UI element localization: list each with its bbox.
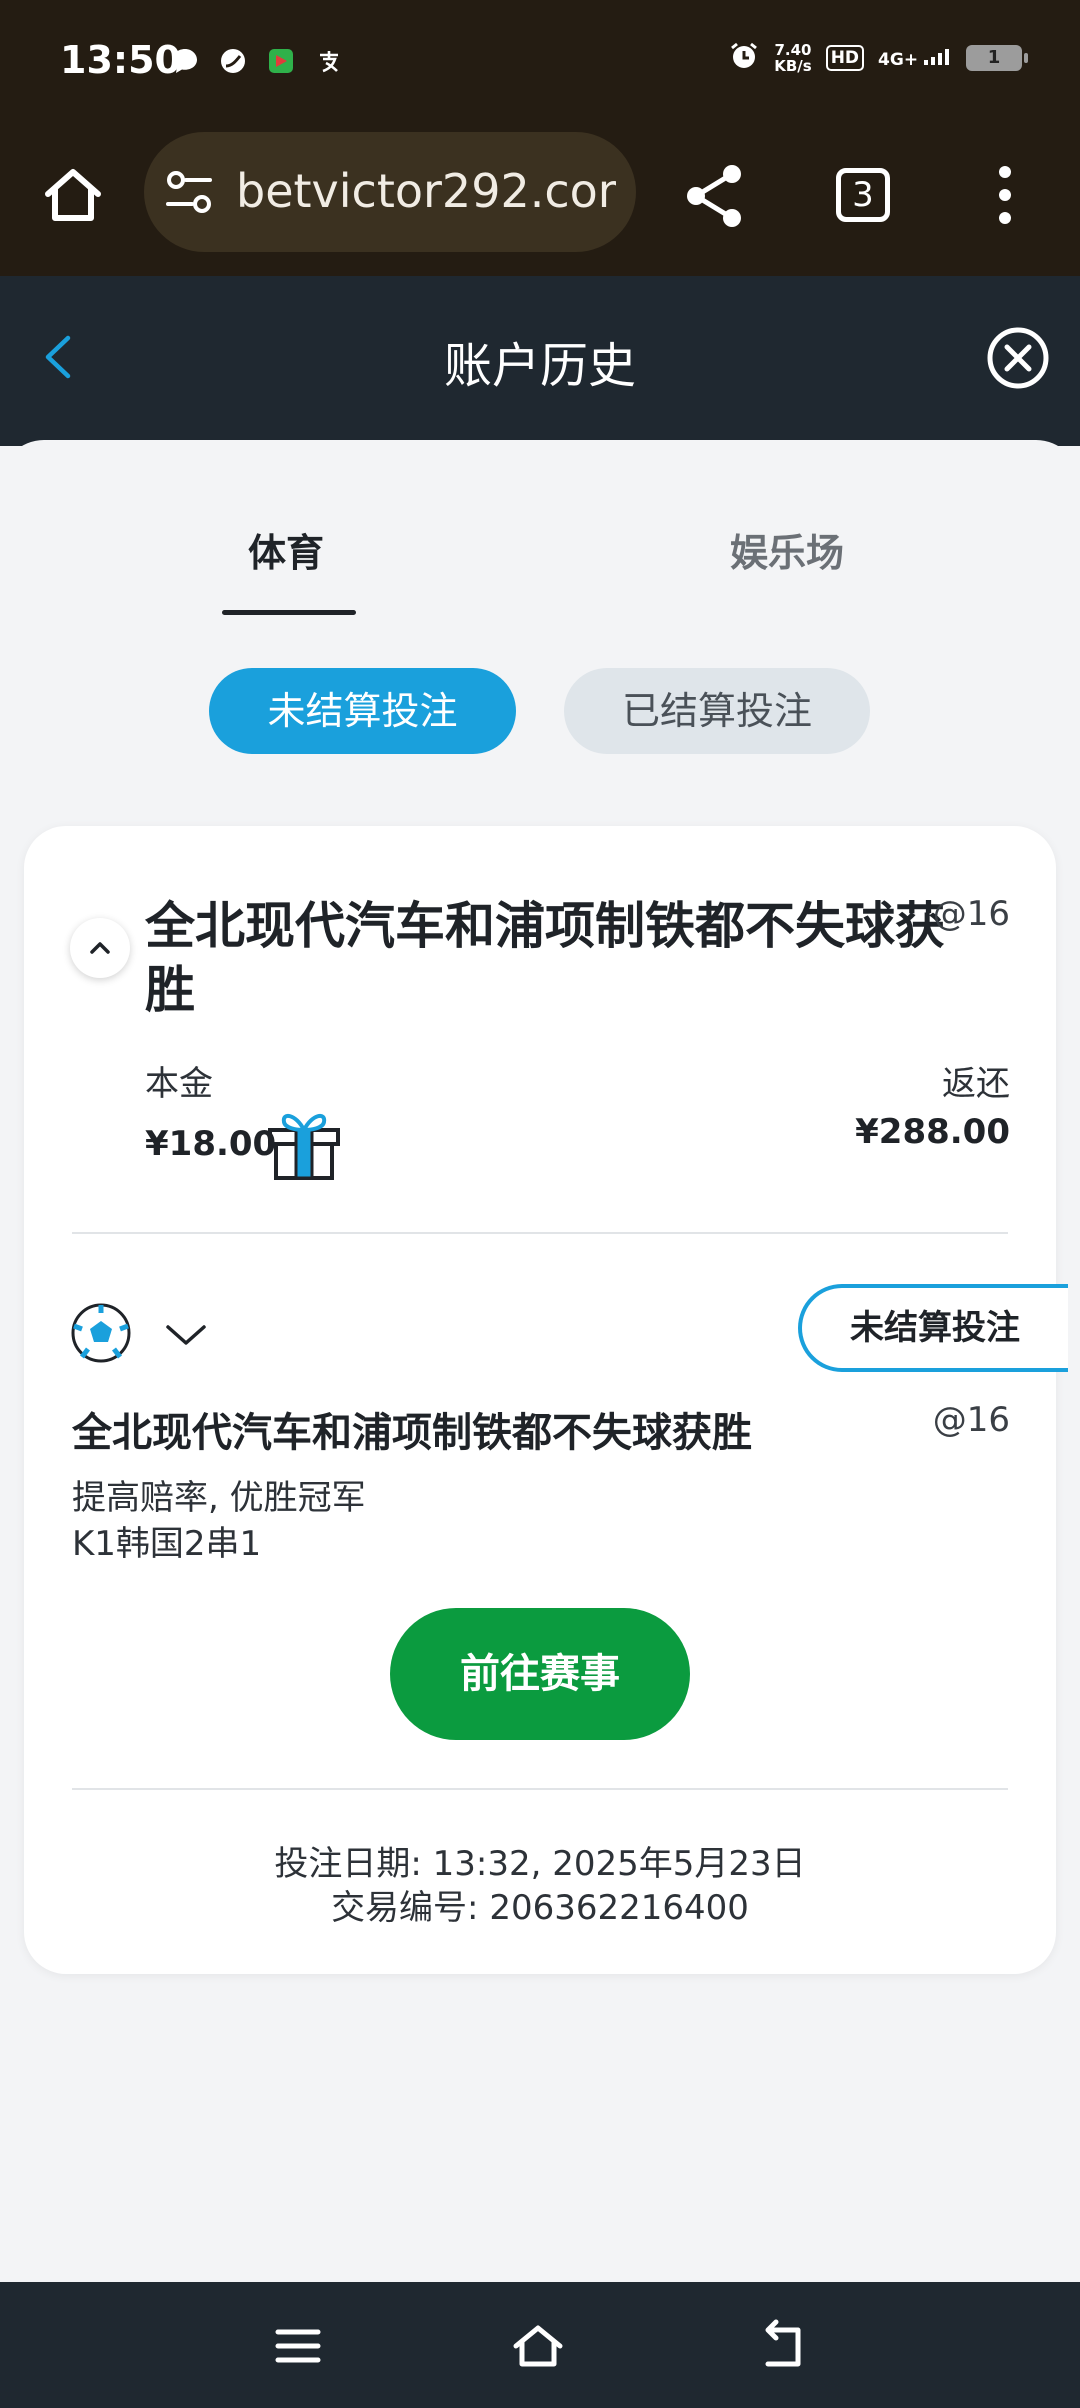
net-speed-value: 7.40 — [774, 41, 812, 59]
selection-title: 全北现代汽车和浦项制铁都不失球获胜 — [72, 1410, 752, 1456]
active-tab-indicator — [222, 610, 356, 615]
alipay-icon — [312, 44, 346, 78]
chevron-down-icon[interactable] — [164, 1320, 208, 1350]
network-label: 4G+ — [878, 49, 919, 70]
bet-card: 全北现代汽车和浦项制铁都不失球获胜 @16 本金 ¥18.00 返还 ¥288.… — [24, 826, 1068, 1974]
alarm-icon — [728, 40, 760, 76]
open-bets-filter[interactable]: 未结算投注 — [209, 668, 516, 754]
browser-chrome: 13:50 7.40 KB/s HD 4G+ 1 betvictor292.co… — [0, 0, 1080, 276]
divider — [72, 1232, 1008, 1234]
notification-icons — [168, 44, 346, 78]
site-settings-icon[interactable] — [164, 170, 214, 216]
net-speed-unit: KB/s — [774, 57, 812, 75]
hd-badge: HD — [825, 45, 865, 71]
home-icon[interactable] — [38, 160, 108, 230]
page-header: 账户历史 — [0, 276, 1080, 446]
bet-title: 全北现代汽车和浦项制铁都不失球获胜 — [145, 897, 945, 1019]
return-value: ¥288.00 — [855, 1112, 1010, 1152]
selection-league: K1韩国2串1 — [72, 1524, 262, 1564]
battery-icon: 1 — [966, 45, 1028, 71]
gift-icon — [268, 1113, 340, 1180]
bet-date: 投注日期: 13:32, 2025年5月23日 — [274, 1844, 806, 1884]
signal-icon — [924, 48, 949, 65]
selection-market: 提高赔率, 优胜冠军 — [72, 1478, 366, 1518]
tab-casino[interactable]: 娱乐场 — [730, 522, 844, 577]
network-type: 4G+ — [878, 48, 952, 70]
go-to-event-button[interactable]: 前往赛事 — [390, 1608, 690, 1740]
football-icon — [71, 1303, 131, 1363]
return-label: 返还 — [942, 1064, 1010, 1104]
system-status: 7.40 KB/s HD 4G+ 1 — [728, 40, 1028, 76]
stake-value: ¥18.00 — [145, 1124, 277, 1164]
message-icon — [168, 44, 202, 78]
transaction-id: 交易编号: 206362216400 — [331, 1888, 749, 1928]
close-icon[interactable] — [986, 326, 1050, 390]
stake-label: 本金 — [145, 1064, 213, 1104]
settled-bets-filter[interactable]: 已结算投注 — [564, 668, 870, 754]
url-text: betvictor292.com — [236, 164, 616, 218]
share-icon[interactable] — [678, 160, 750, 232]
system-nav-bar — [0, 2282, 1080, 2408]
app-icon — [264, 44, 298, 78]
menu-icon[interactable] — [270, 2318, 326, 2374]
status-badge: 未结算投注 — [798, 1284, 1068, 1372]
tab-switcher-button[interactable]: 3 — [836, 168, 890, 222]
status-bar: 13:50 7.40 KB/s HD 4G+ 1 — [0, 0, 1080, 120]
chevron-up-icon[interactable] — [70, 918, 130, 978]
address-bar: betvictor292.com 3 — [0, 120, 1080, 276]
divider — [72, 1788, 1008, 1790]
leaf-icon — [216, 44, 250, 78]
nav-home-icon[interactable] — [510, 2318, 566, 2374]
bet-odds: @16 — [932, 894, 1010, 934]
url-field[interactable]: betvictor292.com — [144, 132, 636, 252]
more-menu-icon[interactable] — [990, 160, 1020, 230]
net-speed: 7.40 KB/s — [774, 42, 811, 74]
status-time: 13:50 — [60, 38, 181, 82]
selection-odds: @16 — [932, 1400, 1010, 1440]
tab-sports[interactable]: 体育 — [248, 522, 324, 577]
nav-back-icon[interactable] — [754, 2318, 810, 2374]
page-title: 账户历史 — [443, 338, 636, 394]
